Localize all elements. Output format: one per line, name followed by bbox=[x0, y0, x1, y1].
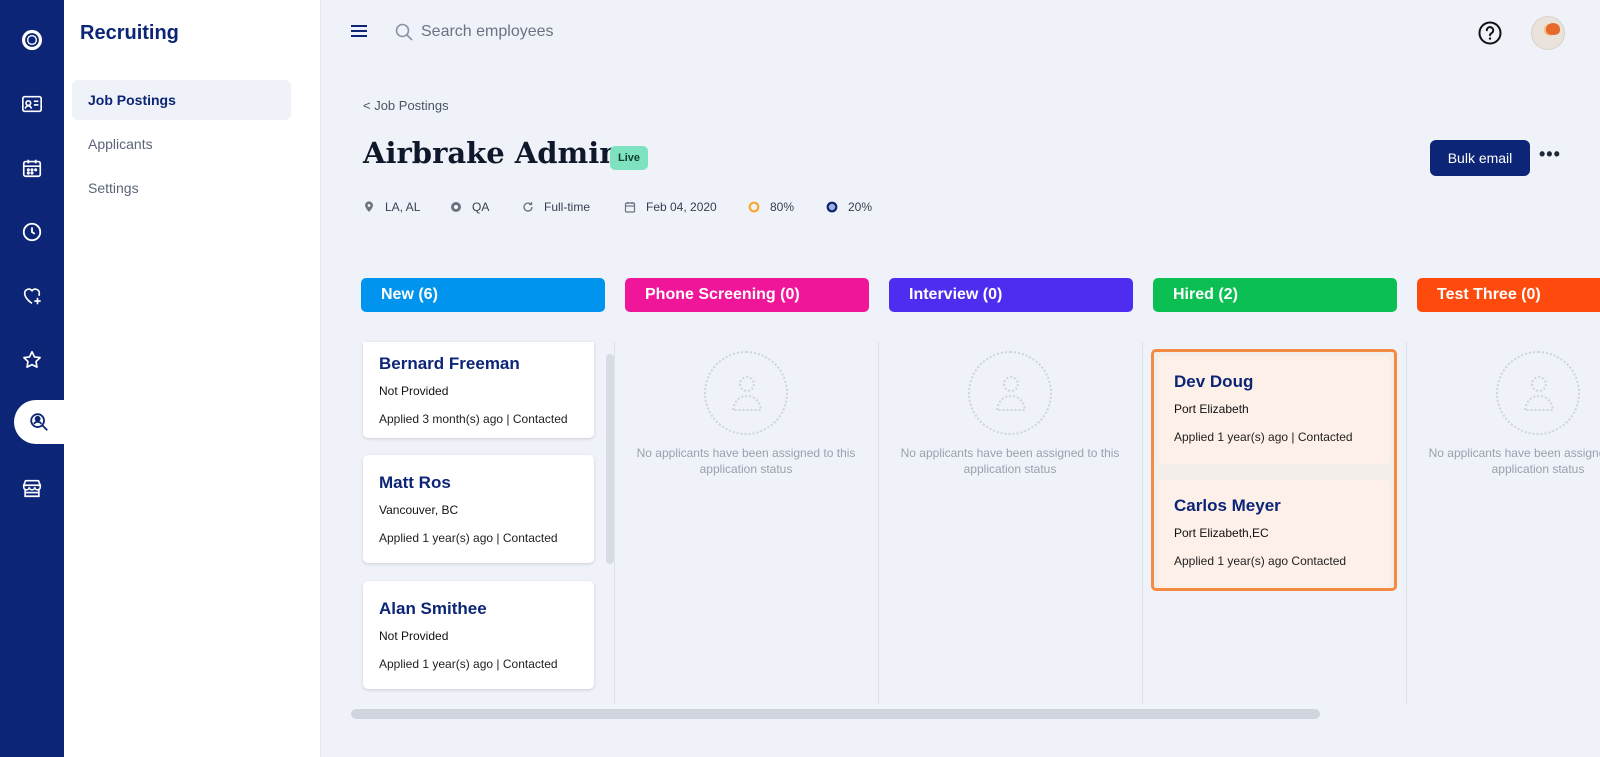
search-icon bbox=[395, 23, 413, 41]
sidebar-title: Recruiting bbox=[80, 22, 179, 44]
empty-state-test-three: No applicants have been assigned to this… bbox=[1416, 351, 1600, 477]
sidebar-item-job-postings[interactable]: Job Postings bbox=[72, 80, 291, 120]
meta-stat-1: 80% bbox=[748, 200, 794, 214]
empty-avatar-icon bbox=[704, 351, 788, 435]
app-logo-icon[interactable] bbox=[0, 18, 64, 62]
location-pin-icon bbox=[365, 201, 373, 212]
applicant-status: Applied 1 year(s) ago | Contacted bbox=[379, 657, 558, 671]
empty-avatar-icon bbox=[968, 351, 1052, 435]
meta-stat-1-text: 80% bbox=[770, 200, 795, 214]
sidebar-item-applicants[interactable]: Applicants bbox=[72, 124, 291, 164]
empty-state-text: No applicants have been assigned to this… bbox=[636, 446, 856, 476]
applicant-card[interactable]: Alan Smithee Not Provided Applied 1 year… bbox=[363, 581, 594, 689]
hired-selection-box: Dev Doug Port Elizabeth Applied 1 year(s… bbox=[1151, 349, 1397, 591]
column-header-test-three[interactable]: Test Three (0) bbox=[1417, 278, 1600, 312]
clock-icon[interactable] bbox=[0, 210, 64, 254]
heart-plus-icon[interactable] bbox=[0, 274, 64, 318]
meta-location-text: LA, AL bbox=[385, 200, 421, 214]
empty-state-text: No applicants have been assigned to this… bbox=[900, 446, 1120, 476]
meta-department: QA bbox=[450, 200, 489, 214]
applicant-card[interactable]: Matt Ros Vancouver, BC Applied 1 year(s)… bbox=[363, 455, 594, 563]
empty-state-phone-screening: No applicants have been assigned to this… bbox=[624, 351, 868, 477]
applicant-location: Port Elizabeth bbox=[1174, 402, 1249, 416]
calendar-icon[interactable] bbox=[0, 146, 64, 190]
meta-date: Feb 04, 2020 bbox=[624, 200, 717, 214]
column-header-interview[interactable]: Interview (0) bbox=[889, 278, 1133, 312]
applicant-name: Matt Ros bbox=[379, 473, 451, 492]
empty-state-interview: No applicants have been assigned to this… bbox=[888, 351, 1132, 477]
department-icon bbox=[451, 202, 461, 212]
calendar-small-icon bbox=[624, 202, 636, 213]
breadcrumb[interactable]: < Job Postings bbox=[363, 98, 449, 113]
search-input[interactable] bbox=[421, 17, 821, 47]
page-title: Airbrake Admin bbox=[363, 136, 621, 170]
meta-stat-2: 20% bbox=[826, 200, 872, 214]
star-icon[interactable] bbox=[0, 338, 64, 382]
column-divider bbox=[878, 342, 879, 704]
more-options-icon[interactable]: ••• bbox=[1539, 144, 1561, 168]
applicant-name: Bernard Freeman bbox=[379, 354, 520, 373]
applicant-status: Applied 1 year(s) ago Contacted bbox=[1174, 554, 1347, 568]
new-column-scrollbar[interactable] bbox=[606, 354, 614, 564]
orange-ring-icon bbox=[748, 201, 760, 213]
help-icon[interactable] bbox=[1477, 20, 1503, 46]
column-divider bbox=[1142, 342, 1143, 704]
status-badge: Live bbox=[610, 146, 649, 170]
bulk-email-button[interactable]: Bulk email bbox=[1430, 140, 1530, 176]
recruiting-icon[interactable] bbox=[14, 400, 64, 444]
navy-ring-icon bbox=[826, 201, 838, 213]
applicant-location: Not Provided bbox=[379, 384, 449, 398]
meta-date-text: Feb 04, 2020 bbox=[646, 200, 717, 214]
applicant-location: Not Provided bbox=[379, 629, 449, 643]
column-divider bbox=[614, 342, 615, 704]
applicant-location: Port Elizabeth,EC bbox=[1174, 526, 1269, 540]
board-horizontal-scrollbar[interactable] bbox=[351, 709, 1320, 719]
column-header-new[interactable]: New (6) bbox=[361, 278, 605, 312]
meta-employment-type-text: Full-time bbox=[544, 200, 591, 214]
applicant-name: Alan Smithee bbox=[379, 599, 487, 618]
empty-avatar-icon bbox=[1496, 351, 1580, 435]
icon-rail bbox=[0, 0, 64, 757]
refresh-icon bbox=[523, 202, 533, 212]
applicant-card[interactable]: Dev Doug Port Elizabeth Applied 1 year(s… bbox=[1158, 356, 1390, 464]
applicant-name: Dev Doug bbox=[1174, 372, 1254, 391]
applicant-location: Vancouver, BC bbox=[379, 503, 459, 517]
empty-state-text: No applicants have been assigned to this… bbox=[1428, 446, 1600, 476]
meta-location: LA, AL bbox=[363, 200, 420, 214]
column-divider bbox=[1406, 342, 1407, 704]
store-icon[interactable] bbox=[0, 466, 64, 510]
applicant-card[interactable]: Bernard Freeman Not Provided Applied 3 m… bbox=[363, 342, 594, 438]
avatar[interactable] bbox=[1531, 16, 1565, 50]
employee-directory-icon[interactable] bbox=[0, 82, 64, 126]
meta-employment-type: Full-time bbox=[522, 200, 590, 214]
applicant-status: Applied 1 year(s) ago | Contacted bbox=[1174, 430, 1353, 444]
recruiting-sidebar: Recruiting Job Postings Applicants Setti… bbox=[64, 0, 321, 757]
menu-icon[interactable] bbox=[350, 22, 368, 40]
meta-department-text: QA bbox=[472, 200, 490, 214]
sidebar-item-settings[interactable]: Settings bbox=[72, 168, 291, 208]
applicant-card[interactable]: Carlos Meyer Port Elizabeth,EC Applied 1… bbox=[1158, 480, 1390, 588]
applicant-status: Applied 1 year(s) ago | Contacted bbox=[379, 531, 558, 545]
column-header-hired[interactable]: Hired (2) bbox=[1153, 278, 1397, 312]
column-header-phone-screening[interactable]: Phone Screening (0) bbox=[625, 278, 869, 312]
applicant-status: Applied 3 month(s) ago | Contacted bbox=[379, 412, 568, 426]
applicant-name: Carlos Meyer bbox=[1174, 496, 1281, 515]
meta-stat-2-text: 20% bbox=[848, 200, 873, 214]
